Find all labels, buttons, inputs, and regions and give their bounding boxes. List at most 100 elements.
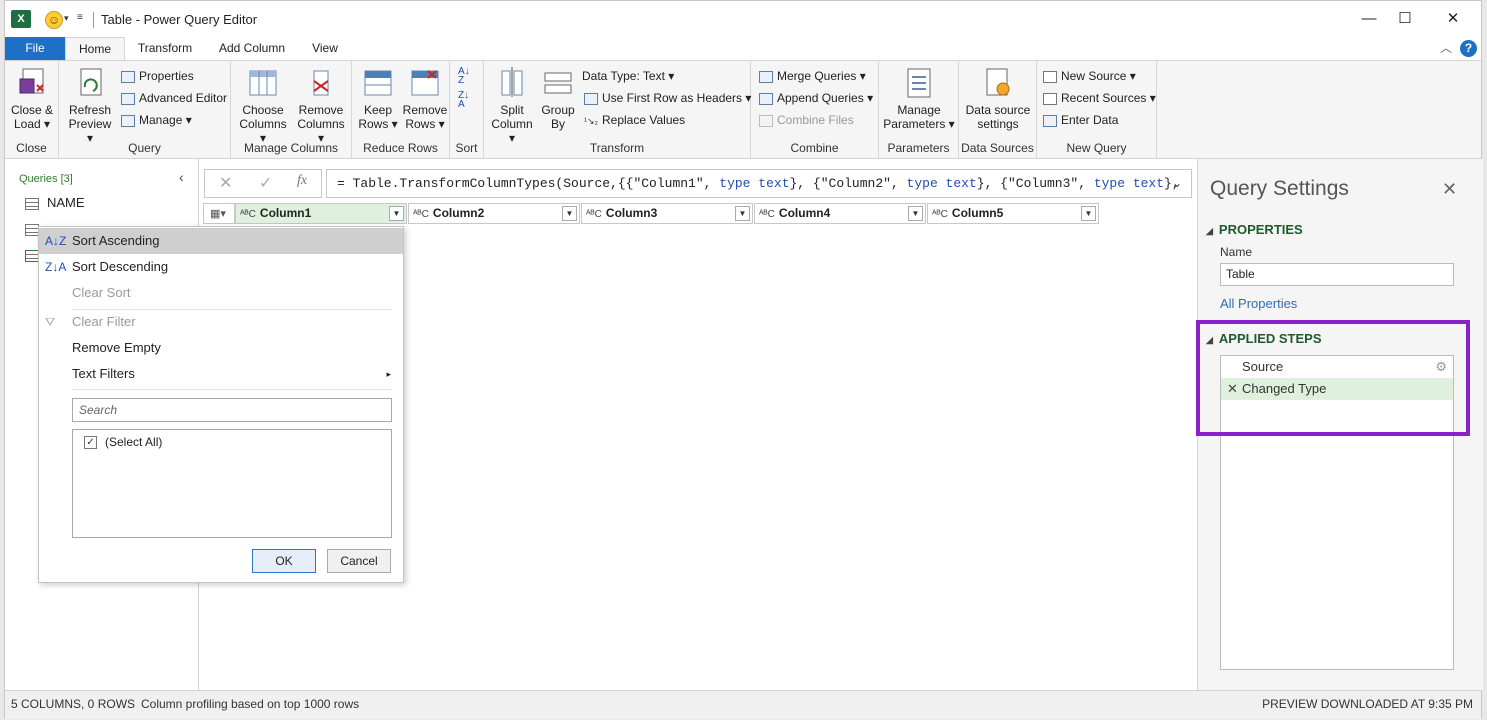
remove-rows-button[interactable]: Remove Rows ▾	[402, 65, 448, 131]
enter-data-button[interactable]: Enter Data	[1043, 111, 1118, 129]
column-filter-dropdown[interactable]: ▼	[562, 206, 577, 221]
text-type-icon: ᴬᴮC	[240, 209, 256, 220]
ribbon-tabs: File Home Transform Add Column View	[5, 37, 1481, 61]
append-queries-button[interactable]: Append Queries ▾	[759, 89, 873, 107]
collapse-queries-icon[interactable]: ‹	[179, 169, 184, 185]
split-column-button[interactable]: Split Column ▾	[488, 65, 536, 145]
close-load-button[interactable]: Close & Load ▾	[9, 65, 55, 131]
status-profiling[interactable]: Column profiling based on top 1000 rows	[141, 691, 359, 718]
table-icon	[25, 223, 39, 236]
manage-icon	[121, 114, 135, 127]
advanced-editor-button[interactable]: Advanced Editor	[121, 89, 227, 107]
tab-home[interactable]: Home	[65, 37, 125, 61]
sort-descending-item[interactable]: Z↓A Sort Descending	[39, 254, 403, 280]
column-filter-dropdown[interactable]: ▼	[908, 206, 923, 221]
column-header-4[interactable]: ᴬᴮC Column4 ▼	[754, 203, 926, 224]
status-preview-time: PREVIEW DOWNLOADED AT 9:35 PM	[1262, 697, 1473, 711]
minimize-button[interactable]: —	[1353, 7, 1385, 31]
tab-add-column[interactable]: Add Column	[211, 37, 293, 61]
cancel-button[interactable]: Cancel	[327, 549, 391, 573]
queries-header[interactable]: Queries [3]	[19, 173, 73, 185]
manage-parameters-button[interactable]: Manage Parameters ▾	[883, 65, 955, 131]
remove-empty-item[interactable]: Remove Empty	[39, 335, 403, 361]
advanced-editor-icon	[121, 92, 135, 105]
chevron-down-icon[interactable]: ▾	[64, 13, 69, 24]
column-filter-dropdown[interactable]: ▼	[389, 206, 404, 221]
column-header-5[interactable]: ᴬᴮC Column5 ▼	[927, 203, 1099, 224]
expand-formula-icon[interactable]: ⌄	[1172, 176, 1182, 190]
select-all-label[interactable]: (Select All)	[105, 435, 162, 449]
close-window-button[interactable]: ✕	[1437, 7, 1469, 31]
group-combine: Merge Queries ▾ Append Queries ▾ Combine…	[751, 61, 879, 158]
query-name-input[interactable]: Table	[1220, 263, 1454, 286]
fx-icon[interactable]: fx	[297, 173, 307, 189]
group-new-query: New Source ▾ Recent Sources ▾ Enter Data…	[1037, 61, 1157, 158]
group-label-parameters: Parameters	[887, 141, 950, 155]
customize-toolbar-icon[interactable]: ≡	[77, 12, 83, 23]
remove-columns-button[interactable]: Remove Columns ▾	[293, 65, 349, 145]
choose-columns-button[interactable]: Choose Columns ▾	[235, 65, 291, 145]
use-first-row-button[interactable]: Use First Row as Headers ▾	[584, 89, 751, 107]
tab-file[interactable]: File	[5, 37, 65, 61]
data-source-settings-button[interactable]: Data source settings	[963, 65, 1033, 131]
collapse-triangle-icon: ◢	[1206, 226, 1213, 236]
keep-rows-button[interactable]: Keep Rows ▾	[356, 65, 400, 131]
recent-sources-button[interactable]: Recent Sources ▾	[1043, 89, 1156, 107]
clear-filter-item[interactable]: ⛛ Clear Filter	[39, 309, 403, 335]
filter-search-input[interactable]: Search	[72, 398, 392, 422]
filter-value-list: ✓ (Select All)	[72, 429, 392, 538]
new-source-button[interactable]: New Source ▾	[1043, 67, 1136, 85]
menu-separator	[72, 389, 392, 390]
properties-header[interactable]: ◢ PROPERTIES	[1206, 222, 1303, 237]
new-source-icon	[1043, 70, 1057, 83]
refresh-preview-button[interactable]: Refresh Preview ▾	[65, 65, 115, 145]
manage-parameters-label: Manage	[897, 103, 941, 117]
sort-descending-icon[interactable]: Z↓ A	[458, 91, 469, 110]
tab-view[interactable]: View	[303, 37, 347, 61]
help-icon[interactable]: ?	[1460, 40, 1477, 57]
combine-files-button[interactable]: Combine Files	[759, 111, 854, 129]
column-header-3[interactable]: ᴬᴮC Column3 ▼	[581, 203, 753, 224]
sort-ascending-icon: A↓Z	[45, 234, 67, 248]
tab-transform[interactable]: Transform	[129, 37, 201, 61]
column-filter-dropdown[interactable]: ▼	[1081, 206, 1096, 221]
column-header-1[interactable]: ᴬᴮC Column1 ▼	[235, 203, 407, 224]
merge-queries-button[interactable]: Merge Queries ▾	[759, 67, 866, 85]
table-menu-button[interactable]: ▦▾	[203, 203, 235, 224]
group-label-query: Query	[128, 141, 161, 155]
accept-formula-icon[interactable]: ✓	[259, 173, 272, 193]
clear-sort-item[interactable]: Clear Sort	[39, 280, 403, 306]
remove-rows-label: Remove	[402, 103, 448, 117]
ok-button[interactable]: OK	[252, 549, 316, 573]
select-all-checkbox[interactable]: ✓	[84, 436, 97, 449]
manage-button[interactable]: Manage ▾	[121, 111, 192, 129]
submenu-arrow-icon: ▸	[386, 369, 391, 379]
group-sort: A↓ Z Z↓ A Sort	[450, 61, 484, 158]
maximize-button[interactable]: ☐	[1389, 7, 1421, 31]
group-by-icon	[543, 65, 573, 99]
formula-bar[interactable]: = Table.TransformColumnTypes(Source,{{"C…	[326, 169, 1192, 198]
recent-sources-icon	[1043, 92, 1057, 105]
cancel-formula-icon[interactable]: ✕	[219, 173, 232, 193]
column-filter-dropdown[interactable]: ▼	[735, 206, 750, 221]
replace-values-button[interactable]: ¹↘₂ Replace Values	[584, 111, 685, 129]
properties-button[interactable]: Properties	[121, 67, 194, 85]
column-header-2[interactable]: ᴬᴮC Column2 ▼	[408, 203, 580, 224]
data-type-dropdown[interactable]: Data Type: Text ▾	[582, 67, 674, 85]
sort-ascending-icon[interactable]: A↓ Z	[458, 67, 470, 86]
query-item[interactable]: NAME	[25, 195, 85, 210]
refresh-label: Refresh	[68, 103, 112, 117]
table-icon	[25, 249, 39, 262]
text-filters-item[interactable]: Text Filters ▸	[39, 361, 403, 387]
clear-filter-icon: ⛛	[45, 315, 56, 329]
manage-parameters-label-2: Parameters ▾	[883, 117, 955, 131]
sort-ascending-item[interactable]: A↓Z Sort Ascending	[39, 228, 403, 254]
close-settings-icon[interactable]: ✕	[1442, 179, 1457, 200]
all-properties-link[interactable]: All Properties	[1220, 296, 1297, 311]
group-by-button[interactable]: Group By	[538, 65, 578, 131]
name-label: Name	[1220, 245, 1253, 259]
keep-rows-label-2: Rows ▾	[358, 117, 398, 131]
smiley-icon[interactable]: ☺	[45, 11, 63, 29]
collapse-ribbon-icon[interactable]: ︿	[1440, 39, 1452, 56]
data-source-settings-icon	[983, 65, 1013, 99]
